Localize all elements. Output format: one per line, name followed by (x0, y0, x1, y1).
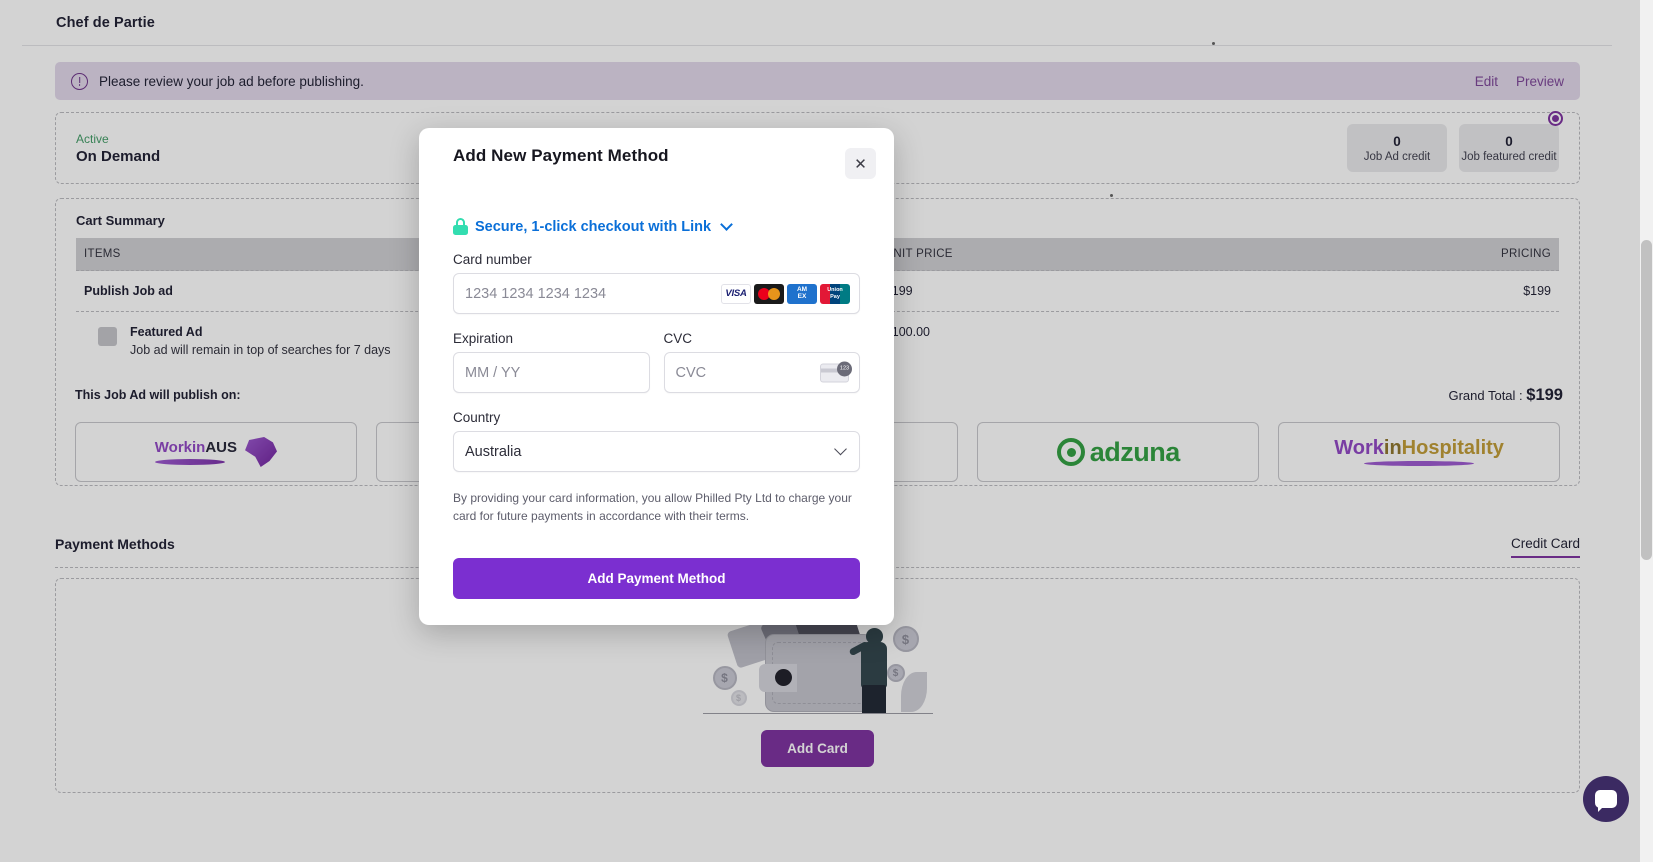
add-payment-method-button[interactable]: Add Payment Method (453, 558, 860, 599)
card-number-label: Card number (453, 252, 532, 267)
visa-icon: VISA (721, 283, 751, 304)
country-value: Australia (465, 443, 522, 460)
lock-icon (453, 218, 468, 235)
expiration-input[interactable]: MM / YY (453, 352, 650, 393)
cvc-placeholder: CVC (675, 364, 707, 381)
decorative-dot (1212, 42, 1215, 45)
expiration-label: Expiration (453, 331, 514, 346)
decorative-dot (1110, 194, 1113, 197)
chat-bubble-icon[interactable] (1583, 776, 1629, 822)
card-brand-icons: VISA AM EX Union Pay (721, 283, 850, 304)
country-label: Country (453, 410, 501, 425)
card-number-placeholder: 1234 1234 1234 1234 (465, 285, 607, 302)
unionpay-icon: Union Pay (820, 283, 850, 304)
expiration-placeholder: MM / YY (465, 364, 521, 381)
country-select[interactable]: Australia (453, 431, 860, 472)
link-checkout-banner[interactable]: Secure, 1-click checkout with Link (453, 218, 860, 235)
close-icon[interactable]: ✕ (845, 148, 876, 179)
page-scrollbar-thumb[interactable] (1641, 240, 1652, 560)
cvc-input[interactable]: CVC (663, 352, 860, 393)
chevron-down-icon (834, 442, 847, 456)
cvc-label: CVC (663, 331, 693, 346)
link-checkout-text: Secure, 1-click checkout with Link (475, 218, 712, 235)
card-disclaimer: By providing your card information, you … (453, 491, 852, 523)
card-number-input[interactable]: 1234 1234 1234 1234 VISA AM EX Union Pay (453, 273, 860, 314)
chat-bubble-glyph (1595, 790, 1617, 808)
app-root: Chef de Partie Please review your job ad… (0, 0, 1653, 862)
amex-icon: AM EX (787, 283, 817, 304)
expiration-cvc-row: Expiration MM / YY CVC CVC (453, 314, 860, 393)
chevron-down-icon[interactable] (720, 218, 733, 231)
mastercard-icon (754, 283, 784, 304)
add-payment-method-modal: Add New Payment Method ✕ Secure, 1-click… (419, 128, 894, 625)
modal-title: Add New Payment Method (453, 146, 669, 165)
cvc-card-icon (820, 361, 852, 382)
